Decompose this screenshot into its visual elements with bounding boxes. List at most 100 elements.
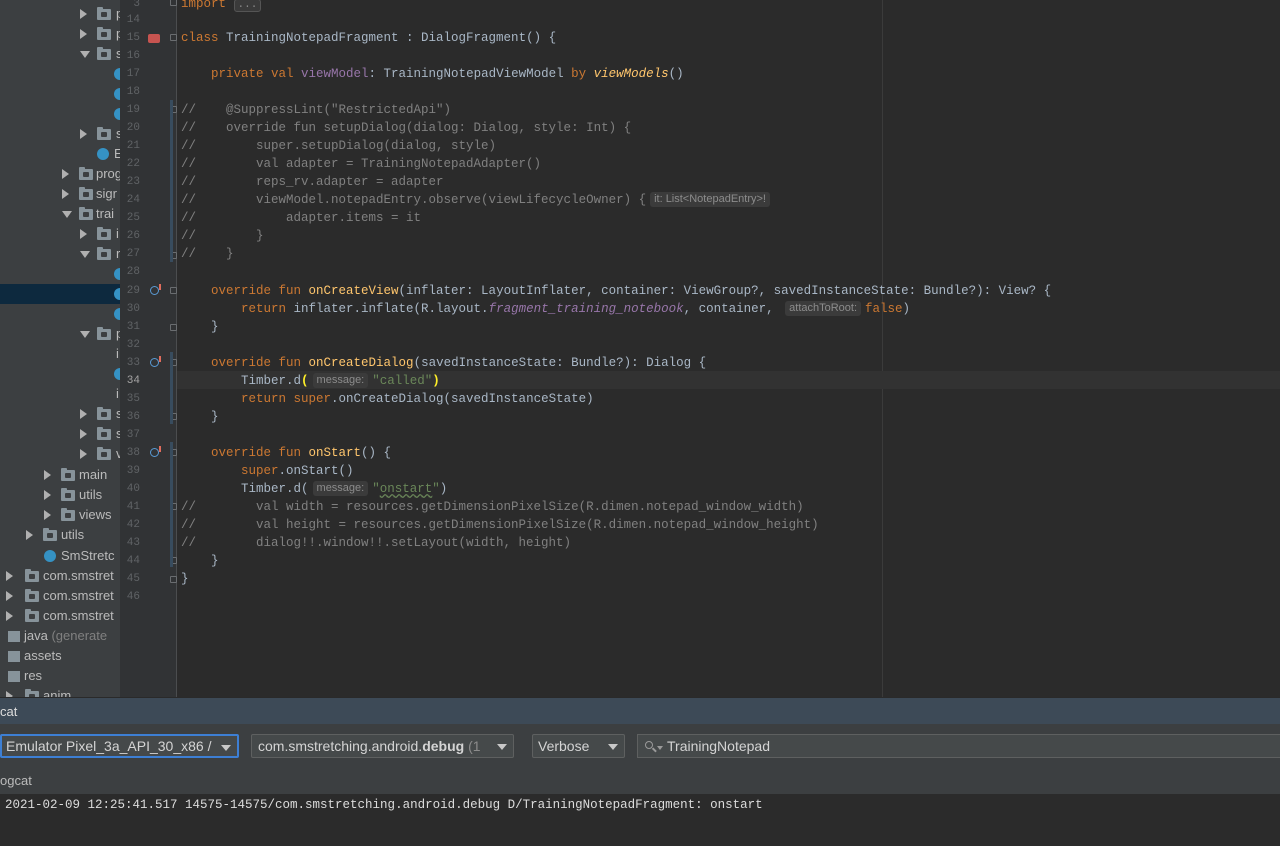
- expand-arrow-icon[interactable]: [6, 571, 13, 581]
- collapse-arrow-icon[interactable]: [80, 51, 90, 58]
- tree-item[interactable]: [0, 304, 120, 324]
- tree-item[interactable]: main: [0, 465, 120, 485]
- code-line-19[interactable]: // @SuppressLint("RestrictedApi"): [181, 101, 451, 119]
- code-line-17[interactable]: private val viewModel: TrainingNotepadVi…: [181, 65, 684, 83]
- overrides-method-icon[interactable]: [150, 284, 161, 295]
- code-line-23[interactable]: // reps_rv.adapter = adapter: [181, 173, 444, 191]
- tree-item[interactable]: s: [0, 404, 120, 424]
- expand-arrow-icon[interactable]: [80, 129, 87, 139]
- tree-item[interactable]: views: [0, 505, 120, 525]
- line-number[interactable]: 33: [120, 354, 140, 372]
- tree-item[interactable]: sigr: [0, 184, 120, 204]
- tree-item[interactable]: res: [0, 666, 120, 686]
- line-number[interactable]: 28: [120, 263, 140, 281]
- tree-item[interactable]: trai: [0, 204, 120, 224]
- line-number[interactable]: 14: [120, 11, 140, 29]
- collapse-arrow-icon[interactable]: [62, 211, 72, 218]
- code-line-41[interactable]: // val width = resources.getDimensionPix…: [181, 498, 804, 516]
- logcat-tab-header[interactable]: ogcat: [0, 768, 1280, 795]
- expand-arrow-icon[interactable]: [6, 591, 13, 601]
- line-number[interactable]: 21: [120, 137, 140, 155]
- logcat-tool-window-header[interactable]: cat: [0, 697, 1280, 725]
- expand-arrow-icon[interactable]: [80, 409, 87, 419]
- expand-arrow-icon[interactable]: [80, 229, 87, 239]
- search-history-dropdown-icon[interactable]: [657, 746, 663, 750]
- code-line-42[interactable]: // val height = resources.getDimensionPi…: [181, 516, 819, 534]
- fold-toggle-icon[interactable]: [170, 576, 177, 583]
- line-number[interactable]: 22: [120, 155, 140, 173]
- tree-item[interactable]: s: [0, 424, 120, 444]
- line-number[interactable]: 32: [120, 336, 140, 354]
- project-tree-panel[interactable]: p p s s Eprog sigr trai i r p i i s s v main utils views u…: [0, 0, 120, 697]
- log-level-selector[interactable]: Verbose: [532, 734, 625, 758]
- tree-item[interactable]: com.smstret: [0, 586, 120, 606]
- line-number[interactable]: 45: [120, 570, 140, 588]
- code-line-36[interactable]: }: [181, 408, 219, 426]
- code-line-26[interactable]: // }: [181, 227, 264, 245]
- tree-item[interactable]: anim: [0, 686, 120, 697]
- expand-arrow-icon[interactable]: [80, 429, 87, 439]
- tree-item[interactable]: java (generate: [0, 626, 120, 646]
- tree-item[interactable]: [0, 84, 120, 104]
- line-number[interactable]: 41: [120, 498, 140, 516]
- tree-item[interactable]: com.smstret: [0, 606, 120, 626]
- expand-arrow-icon[interactable]: [80, 29, 87, 39]
- tree-item[interactable]: i: [0, 224, 120, 244]
- tree-item[interactable]: p: [0, 4, 120, 24]
- line-number[interactable]: 43: [120, 534, 140, 552]
- code-line-3[interactable]: import ...: [181, 0, 262, 13]
- line-number[interactable]: 20: [120, 119, 140, 137]
- code-line-25[interactable]: // adapter.items = it: [181, 209, 421, 227]
- line-number[interactable]: 25: [120, 209, 140, 227]
- tree-item[interactable]: com.smstret: [0, 566, 120, 586]
- line-number[interactable]: 29: [120, 282, 140, 300]
- expand-arrow-icon[interactable]: [26, 530, 33, 540]
- tree-item[interactable]: [0, 64, 120, 84]
- tree-item[interactable]: assets: [0, 646, 120, 666]
- tree-item[interactable]: s: [0, 124, 120, 144]
- line-number[interactable]: 39: [120, 462, 140, 480]
- line-number[interactable]: 27: [120, 245, 140, 263]
- tree-item[interactable]: [0, 364, 120, 384]
- code-line-33[interactable]: override fun onCreateDialog(savedInstanc…: [181, 354, 706, 372]
- tree-item[interactable]: [0, 104, 120, 124]
- line-number[interactable]: 15: [120, 29, 140, 47]
- code-line-20[interactable]: // override fun setupDialog(dialog: Dial…: [181, 119, 631, 137]
- code-line-31[interactable]: }: [181, 318, 219, 336]
- tree-item[interactable]: prog: [0, 164, 120, 184]
- tree-item[interactable]: p: [0, 24, 120, 44]
- line-number[interactable]: 46: [120, 588, 140, 606]
- tree-item[interactable]: utils: [0, 485, 120, 505]
- line-number[interactable]: 31: [120, 318, 140, 336]
- code-line-34[interactable]: Timber.d(message: "called"): [181, 372, 440, 390]
- expand-arrow-icon[interactable]: [6, 611, 13, 621]
- code-line-29[interactable]: override fun onCreateView(inflater: Layo…: [181, 282, 1051, 300]
- code-line-30[interactable]: return inflater.inflate(R.layout.fragmen…: [181, 300, 910, 318]
- device-selector[interactable]: Emulator Pixel_3a_API_30_x86 /: [0, 734, 239, 758]
- line-number[interactable]: 19: [120, 101, 140, 119]
- line-number[interactable]: 36: [120, 408, 140, 426]
- tree-item[interactable]: [0, 284, 120, 304]
- tree-item[interactable]: s: [0, 44, 120, 64]
- collapse-arrow-icon[interactable]: [80, 331, 90, 338]
- code-editor[interactable]: import ... class TrainingNotepadFragment…: [177, 0, 1280, 697]
- process-selector[interactable]: com.smstretching.android.debug (1: [251, 734, 514, 758]
- line-number[interactable]: 18: [120, 83, 140, 101]
- code-line-24[interactable]: // viewModel.notepadEntry.observe(viewLi…: [181, 191, 774, 209]
- line-number[interactable]: 24: [120, 191, 140, 209]
- folded-imports-placeholder[interactable]: ...: [233, 0, 262, 12]
- line-number[interactable]: 42: [120, 516, 140, 534]
- code-line-45[interactable]: }: [181, 570, 189, 588]
- line-number[interactable]: 35: [120, 390, 140, 408]
- vcs-change-marker[interactable]: [170, 442, 173, 567]
- overrides-method-icon[interactable]: [150, 356, 161, 367]
- code-line-43[interactable]: // dialog!!.window!!.setLayout(width, he…: [181, 534, 571, 552]
- line-number[interactable]: 23: [120, 173, 140, 191]
- code-line-35[interactable]: return super.onCreateDialog(savedInstanc…: [181, 390, 594, 408]
- search-icon[interactable]: [645, 741, 653, 749]
- fold-toggle-icon[interactable]: [170, 287, 177, 294]
- tree-item[interactable]: SmStretc: [0, 546, 120, 566]
- line-number[interactable]: 34: [120, 372, 140, 390]
- tree-item[interactable]: utils: [0, 525, 120, 545]
- line-number[interactable]: 40: [120, 480, 140, 498]
